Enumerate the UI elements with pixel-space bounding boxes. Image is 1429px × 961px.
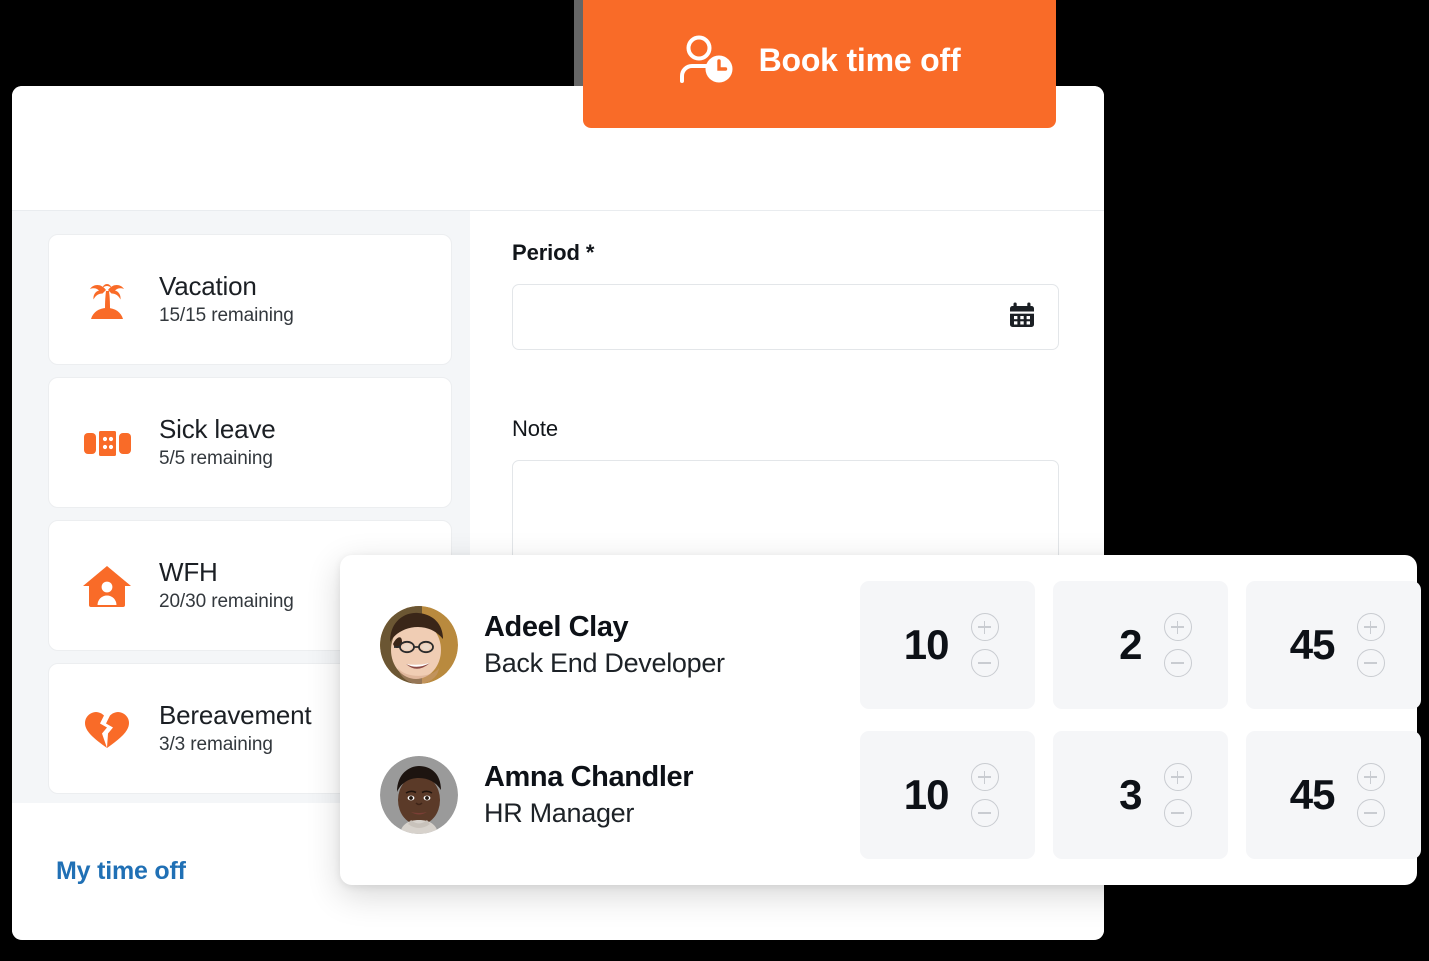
broken-heart-icon [79,701,135,757]
leave-type-remaining: 20/30 remaining [159,591,294,613]
house-person-icon [79,558,135,614]
plus-circle-icon[interactable] [1356,763,1385,791]
minus-circle-icon[interactable] [1356,649,1385,677]
stepper-value: 3 [1119,771,1142,818]
stepper-field[interactable]: 10 [860,731,1035,859]
stepper-value: 2 [1119,621,1142,668]
screenshot-root: Book time off Vacation 15/15 remaining S… [0,0,1429,961]
stepper-buttons [970,613,999,677]
plus-circle-icon[interactable] [970,763,999,791]
leave-type-text: WFH 20/30 remaining [159,556,294,614]
stepper-buttons [1163,763,1192,827]
stepper-value: 10 [903,621,950,668]
leave-type-remaining: 15/15 remaining [159,305,294,327]
stepper-buttons [970,763,999,827]
stepper-value: 45 [1289,771,1336,818]
plus-circle-icon[interactable] [1163,763,1192,791]
stepper-buttons [1163,613,1192,677]
book-time-off-label: Book time off [758,41,961,78]
leave-type-text: Vacation 15/15 remaining [159,270,294,328]
period-input[interactable] [512,284,1059,350]
stepper-buttons [1356,763,1385,827]
stepper-buttons [1356,613,1385,677]
plus-circle-icon[interactable] [1356,613,1385,641]
my-time-off-link[interactable]: My time off [56,857,186,886]
leave-type-title: Vacation [159,270,257,301]
stepper-value: 10 [903,771,950,818]
leave-type-title: Bereavement [159,699,312,730]
leave-type-title: Sick leave [159,413,276,444]
employee-identity: Adeel Clay Back End Developer [380,606,860,684]
minus-circle-icon[interactable] [970,799,999,827]
stepper-field[interactable]: 3 [1053,731,1228,859]
employee-allocation-panel: Adeel Clay Back End Developer 10 2 45 Am… [340,555,1421,885]
minus-circle-icon[interactable] [1356,799,1385,827]
leave-type-text: Bereavement 3/3 remaining [159,699,312,757]
palm-tree-icon [79,272,135,328]
employee-name: Amna Chandler [484,761,694,794]
avatar-amna-chandler [380,756,458,834]
note-label: Note [512,416,559,441]
stepper-field[interactable]: 10 [860,581,1035,709]
employee-role: HR Manager [484,798,635,829]
leave-type-remaining: 3/3 remaining [159,734,273,756]
minus-circle-icon[interactable] [970,649,999,677]
leave-type-title: WFH [159,556,218,587]
bandage-icon [79,415,135,471]
plus-circle-icon[interactable] [970,613,999,641]
employee-row: Adeel Clay Back End Developer 10 2 45 [380,581,1421,709]
employee-meta: Adeel Clay Back End Developer [484,610,725,679]
employee-steppers: 10 2 45 [860,581,1421,709]
employee-role: Back End Developer [484,648,725,679]
book-time-off-button[interactable]: Book time off [583,0,1056,128]
minus-circle-icon[interactable] [1163,799,1192,827]
stepper-field[interactable]: 45 [1246,581,1421,709]
employee-name: Adeel Clay [484,611,629,644]
employee-row: Amna Chandler HR Manager 10 3 45 [380,731,1421,859]
plus-circle-icon[interactable] [1163,613,1192,641]
avatar-adeel-clay [380,606,458,684]
calendar-icon[interactable] [1008,301,1036,334]
leave-type-card-sick-leave[interactable]: Sick leave 5/5 remaining [48,377,452,508]
stepper-field[interactable]: 2 [1053,581,1228,709]
leave-type-text: Sick leave 5/5 remaining [159,413,276,471]
stepper-field[interactable]: 45 [1246,731,1421,859]
minus-circle-icon[interactable] [1163,649,1192,677]
employee-steppers: 10 3 45 [860,731,1421,859]
leave-type-card-vacation[interactable]: Vacation 15/15 remaining [48,234,452,365]
employee-identity: Amna Chandler HR Manager [380,756,860,834]
person-clock-icon [679,35,737,85]
stepper-value: 45 [1289,621,1336,668]
leave-type-remaining: 5/5 remaining [159,448,273,470]
period-label: Period * [512,240,595,265]
employee-meta: Amna Chandler HR Manager [484,760,694,829]
